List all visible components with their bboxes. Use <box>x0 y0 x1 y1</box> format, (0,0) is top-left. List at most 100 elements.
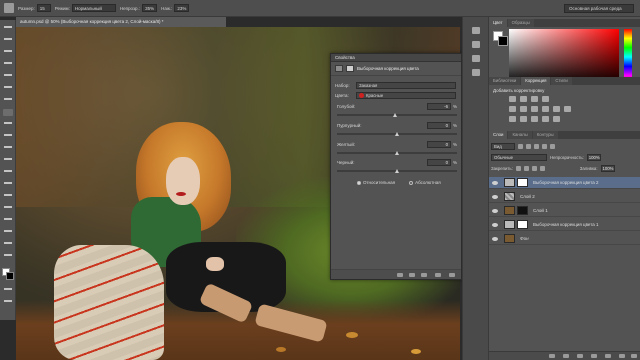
tab-styles[interactable]: Стили <box>551 77 572 85</box>
eye-icon[interactable] <box>492 222 498 227</box>
blend-mode-select[interactable]: Обычные <box>491 154 547 161</box>
yellow-slider-thumb[interactable] <box>395 151 399 155</box>
cyan-slider-track[interactable] <box>337 114 457 116</box>
lock-pixels-icon[interactable] <box>515 166 521 171</box>
vibrance-icon[interactable] <box>509 106 516 112</box>
type-tool-icon[interactable] <box>4 206 12 208</box>
history-icon[interactable] <box>472 27 480 34</box>
photo-filter-icon[interactable] <box>553 106 560 112</box>
history-brush-tool-icon[interactable] <box>4 134 12 136</box>
fill-field[interactable]: 100% <box>600 165 615 172</box>
document-tab[interactable]: autumn.psd @ 50% (Выборочная коррекция ц… <box>16 17 226 27</box>
filter-smart-icon[interactable] <box>550 143 555 149</box>
stamp-tool-icon[interactable] <box>4 122 12 124</box>
layer-row[interactable]: Выборочная коррекция цвета 2 <box>489 177 640 189</box>
path-select-tool-icon[interactable] <box>4 218 12 220</box>
posterize-icon[interactable] <box>520 116 527 122</box>
size-field[interactable]: 15 <box>36 4 51 12</box>
cyan-value-field[interactable]: -6 <box>427 103 451 110</box>
filter-adjustment-icon[interactable] <box>526 143 531 149</box>
channel-mixer-icon[interactable] <box>564 106 571 112</box>
workspace-select[interactable]: Основная рабочая среда <box>564 4 634 13</box>
clip-to-layer-icon[interactable] <box>397 273 403 277</box>
layer-mask-thumb[interactable] <box>517 178 528 187</box>
mask-icon[interactable] <box>346 65 354 72</box>
shape-tool-icon[interactable] <box>4 230 12 232</box>
move-tool-icon[interactable] <box>4 26 12 28</box>
zoom-tool-icon[interactable] <box>4 254 12 256</box>
tab-paths[interactable]: Контуры <box>532 131 558 139</box>
layer-mask-thumb[interactable] <box>517 206 528 215</box>
reset-icon[interactable] <box>421 273 427 277</box>
filter-pixel-icon[interactable] <box>518 143 523 149</box>
background-color-swatch[interactable] <box>6 272 14 280</box>
new-layer-icon[interactable] <box>619 354 625 358</box>
eraser-tool-icon[interactable] <box>4 146 12 148</box>
filter-kind-select[interactable]: Вид <box>491 142 515 150</box>
hand-tool-icon[interactable] <box>4 242 12 244</box>
filter-shape-icon[interactable] <box>542 143 547 149</box>
dodge-tool-icon[interactable] <box>4 182 12 184</box>
quick-mask-icon[interactable] <box>4 288 12 290</box>
properties-panel-title[interactable]: Свойства <box>331 54 461 62</box>
new-group-icon[interactable] <box>605 354 611 358</box>
magenta-value-field[interactable]: 0 <box>427 122 451 129</box>
background-color-chip[interactable] <box>498 36 508 46</box>
relative-radio[interactable]: Относительная <box>357 180 395 185</box>
preset-select[interactable]: Заказная <box>356 82 456 89</box>
add-mask-icon[interactable] <box>577 354 583 358</box>
exposure-icon[interactable] <box>542 96 549 102</box>
tab-adjustments[interactable]: Коррекция <box>521 77 551 85</box>
eye-icon[interactable] <box>492 208 498 213</box>
opacity-field[interactable]: 35% <box>142 4 158 12</box>
adjustment-layer-icon[interactable] <box>335 65 343 72</box>
hue-saturation-icon[interactable] <box>520 106 527 112</box>
layer-row[interactable]: Слой 1 <box>489 205 640 217</box>
layer-opacity-field[interactable]: 100% <box>586 154 601 161</box>
levels-icon[interactable] <box>520 96 527 102</box>
visibility-icon[interactable] <box>435 273 441 277</box>
tab-color[interactable]: Цвет <box>489 19 507 27</box>
black-slider-thumb[interactable] <box>395 169 399 173</box>
tab-swatches[interactable]: Образцы <box>507 19 534 27</box>
screen-mode-icon[interactable] <box>4 300 12 302</box>
healing-tool-icon[interactable] <box>4 98 12 100</box>
new-adjustment-icon[interactable] <box>591 354 597 358</box>
brightness-icon[interactable] <box>509 96 516 102</box>
color-balance-icon[interactable] <box>531 106 538 112</box>
quick-select-tool-icon[interactable] <box>4 62 12 64</box>
colors-select[interactable]: Красные <box>356 92 456 99</box>
filter-type-icon[interactable] <box>534 143 539 149</box>
selective-color-icon[interactable] <box>553 116 560 122</box>
layer-mask-thumb[interactable] <box>517 220 528 229</box>
marquee-tool-icon[interactable] <box>4 38 12 40</box>
lock-all-icon[interactable] <box>539 166 545 171</box>
absolute-radio[interactable]: Абсолютная <box>409 180 441 185</box>
tab-layers[interactable]: Слои <box>489 131 508 139</box>
eye-icon[interactable] <box>492 194 498 199</box>
crop-tool-icon[interactable] <box>4 74 12 76</box>
brush-tool-icon[interactable] <box>3 109 13 116</box>
gradient-map-icon[interactable] <box>542 116 549 122</box>
magenta-slider-thumb[interactable] <box>395 132 399 136</box>
link-icon[interactable] <box>549 354 555 358</box>
eye-icon[interactable] <box>492 180 498 185</box>
brush-tool-icon[interactable] <box>4 3 14 13</box>
threshold-icon[interactable] <box>531 116 538 122</box>
actions-icon[interactable] <box>472 41 480 48</box>
black-value-field[interactable]: 0 <box>427 159 451 166</box>
lock-paint-icon[interactable] <box>523 166 529 171</box>
layer-row[interactable]: Выборочная коррекция цвета 1 <box>489 219 640 231</box>
eye-icon[interactable] <box>492 236 498 241</box>
eyedropper-tool-icon[interactable] <box>4 86 12 88</box>
invert-icon[interactable] <box>509 116 516 122</box>
character-icon[interactable] <box>472 69 480 76</box>
cyan-slider-thumb[interactable] <box>393 113 397 117</box>
info-icon[interactable] <box>472 55 480 62</box>
fx-icon[interactable] <box>563 354 569 358</box>
layer-row[interactable]: Фон <box>489 233 640 245</box>
tab-channels[interactable]: Каналы <box>508 131 532 139</box>
lock-move-icon[interactable] <box>531 166 537 171</box>
gradient-tool-icon[interactable] <box>4 158 12 160</box>
pen-tool-icon[interactable] <box>4 194 12 196</box>
